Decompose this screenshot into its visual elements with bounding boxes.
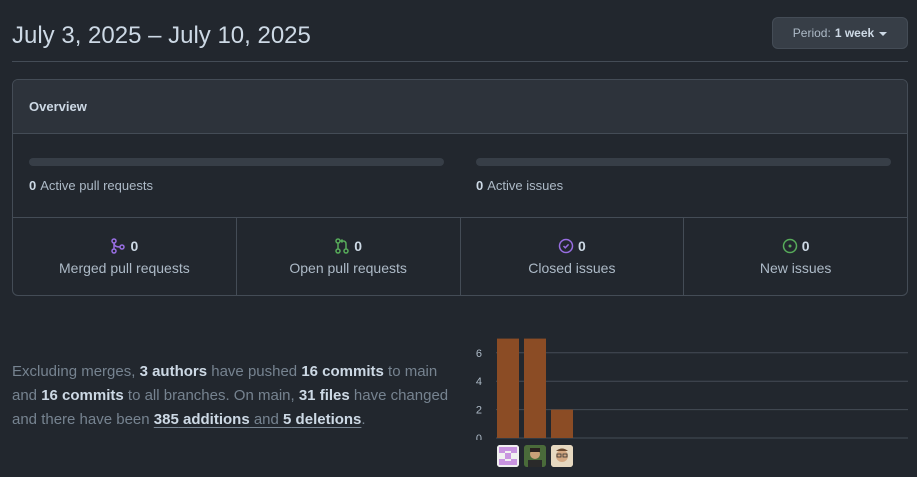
y-tick-label: 6 bbox=[476, 348, 482, 360]
summary-text: have pushed bbox=[207, 363, 302, 380]
additions-word: additions bbox=[178, 411, 250, 428]
y-tick-label: 0 bbox=[476, 433, 482, 440]
chart-bar[interactable] bbox=[497, 338, 519, 438]
active-pull-requests-bar bbox=[29, 158, 444, 166]
commits-all-count: 16 commits bbox=[41, 387, 124, 404]
issue-opened-icon bbox=[782, 238, 797, 254]
stat-merged-pull-requests[interactable]: 0 Merged pull requests bbox=[13, 218, 237, 295]
identicon-avatar-icon bbox=[497, 445, 519, 467]
stat-new-issues[interactable]: 0 New issues bbox=[684, 218, 907, 295]
overview-panel: Overview 0 Active pull requests 0 Active i… bbox=[12, 79, 908, 296]
active-pull-requests-count: 0 bbox=[29, 178, 37, 193]
chart-bar[interactable] bbox=[524, 338, 546, 438]
author-avatar[interactable] bbox=[524, 445, 546, 467]
contributors-chart-svg: 6 4 2 0 bbox=[476, 338, 908, 445]
active-issues-count: 0 bbox=[476, 178, 484, 193]
photo-avatar-icon bbox=[524, 445, 546, 467]
additions-deletions-link[interactable]: 385 additions and 5 deletions bbox=[154, 411, 362, 428]
stat-closed-issues[interactable]: 0 Closed issues bbox=[461, 218, 685, 295]
summary-text: to all branches. On main, bbox=[123, 387, 299, 404]
active-issues-link[interactable]: 0 Active issues bbox=[476, 178, 563, 193]
period-dropdown-button[interactable]: Period: 1 week bbox=[772, 17, 908, 49]
period-prefix: Period: bbox=[792, 26, 831, 40]
photo-avatar-icon bbox=[551, 445, 573, 467]
deletions-word: deletions bbox=[291, 411, 362, 428]
closed-issues-count: 0 bbox=[577, 238, 586, 254]
git-merge-icon bbox=[111, 238, 126, 254]
active-pull-requests-link[interactable]: 0 Active pull requests bbox=[29, 178, 153, 193]
commits-main-count: 16 commits bbox=[301, 363, 384, 380]
active-issues-bar bbox=[476, 158, 891, 166]
author-avatar[interactable] bbox=[497, 445, 519, 467]
open-pull-requests-label: Open pull requests bbox=[289, 260, 407, 276]
overview-header: Overview bbox=[13, 80, 907, 134]
open-pull-requests-count: 0 bbox=[354, 238, 363, 254]
y-tick-label: 2 bbox=[476, 405, 482, 417]
merged-pull-requests-label: Merged pull requests bbox=[59, 260, 190, 276]
new-issues-label: New issues bbox=[759, 260, 832, 276]
summary-text: Excluding merges, bbox=[12, 363, 140, 380]
overview-title: Overview bbox=[29, 99, 87, 114]
closed-issues-label: Closed issues bbox=[528, 260, 616, 276]
caret-down-icon bbox=[879, 31, 888, 36]
git-pull-request-icon bbox=[335, 238, 349, 254]
author-avatar[interactable] bbox=[551, 445, 573, 467]
active-issues-label: Active issues bbox=[487, 178, 564, 193]
period-value: 1 week bbox=[834, 26, 875, 40]
divider bbox=[12, 61, 908, 62]
page-title: July 3, 2025 – July 10, 2025 bbox=[12, 22, 311, 49]
summary-text: . bbox=[361, 411, 366, 428]
stat-open-pull-requests[interactable]: 0 Open pull requests bbox=[237, 218, 461, 295]
merged-pull-requests-count: 0 bbox=[130, 238, 139, 254]
new-issues-count: 0 bbox=[801, 238, 810, 254]
summary-text: and bbox=[249, 411, 284, 428]
contributors-chart: 6 4 2 0 bbox=[470, 334, 910, 474]
additions-count: 385 bbox=[153, 411, 179, 428]
authors-count: 3 authors bbox=[139, 363, 208, 380]
y-tick-label: 4 bbox=[476, 376, 482, 388]
active-summary-row: 0 Active pull requests 0 Active issues bbox=[13, 134, 907, 218]
active-pull-requests-label: Active pull requests bbox=[40, 178, 153, 193]
chart-bar[interactable] bbox=[551, 409, 573, 438]
overview-stats: 0 Merged pull requests 0 Open pull reque… bbox=[13, 218, 907, 295]
files-count: 31 files bbox=[298, 387, 350, 404]
issue-closed-icon bbox=[558, 238, 574, 254]
commit-summary: Excluding merges, 3 authors have pushed … bbox=[12, 360, 460, 432]
